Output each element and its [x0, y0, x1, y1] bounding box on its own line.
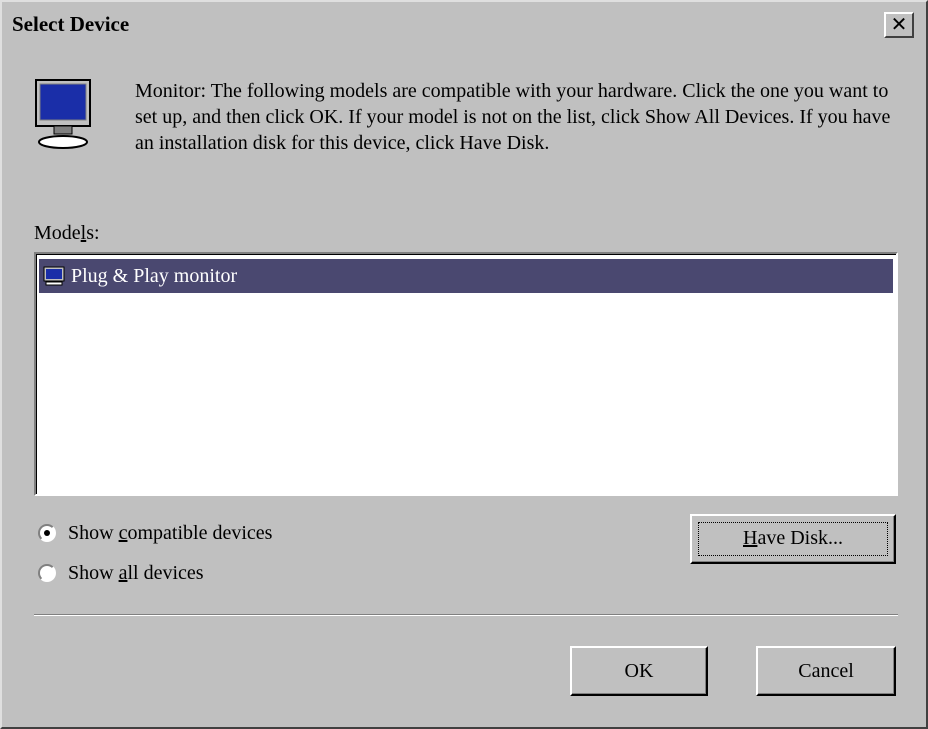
models-label: Models: — [34, 222, 100, 244]
have-disk-label: Have Disk... — [698, 522, 888, 556]
show-compatible-radio[interactable] — [38, 524, 56, 542]
cancel-button[interactable]: Cancel — [756, 646, 896, 696]
monitor-small-icon — [43, 266, 65, 286]
separator — [34, 614, 898, 616]
show-all-radio[interactable] — [38, 564, 56, 582]
window-title: Select Device — [12, 12, 130, 36]
have-disk-button[interactable]: Have Disk... — [690, 514, 896, 564]
list-item-label: Plug & Play monitor — [71, 265, 238, 287]
ok-label: OK — [624, 660, 654, 682]
radio-selected-dot — [44, 530, 50, 536]
list-item-plug-and-play-monitor[interactable]: Plug & Play monitor — [39, 259, 893, 293]
monitor-icon — [35, 79, 91, 149]
cancel-label: Cancel — [798, 660, 854, 682]
close-icon: ✕ — [890, 12, 908, 36]
ok-button[interactable]: OK — [570, 646, 708, 696]
models-listbox[interactable]: Plug & Play monitor — [34, 252, 898, 496]
show-compatible-label: Show compatible devices — [68, 522, 273, 544]
title-bar[interactable]: Select Device ✕ — [4, 4, 920, 46]
instructions-text: Monitor: The following models are compat… — [135, 80, 891, 154]
show-all-label: Show all devices — [68, 562, 204, 584]
close-button[interactable]: ✕ — [884, 12, 914, 38]
select-device-dialog: Select Device ✕ Monitor: The following m… — [0, 0, 928, 729]
